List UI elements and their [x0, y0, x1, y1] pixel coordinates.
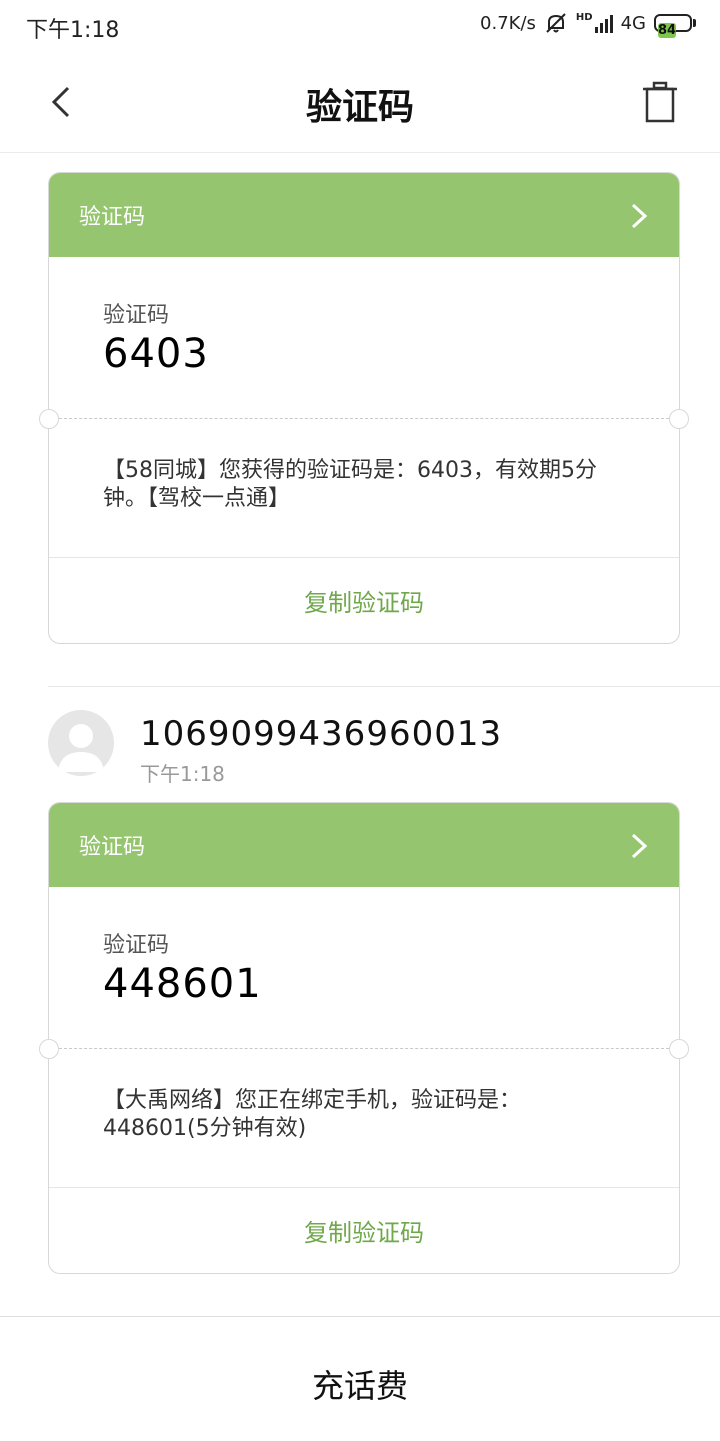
- trash-icon[interactable]: [640, 80, 680, 124]
- dashed-divider: [49, 418, 679, 419]
- status-icons: 0.7K/s HD 4G 84: [480, 12, 696, 38]
- status-time: 下午1:18: [26, 18, 120, 43]
- copy-code-button[interactable]: 复制验证码: [49, 583, 679, 618]
- verification-code: 6403: [103, 331, 209, 377]
- battery-icon: 84: [654, 14, 696, 38]
- ticket-notch: [669, 409, 689, 429]
- verification-code: 448601: [103, 961, 262, 1007]
- page-title: 验证码: [305, 87, 414, 128]
- code-card: 验证码 验证码 448601 【大禹网络】您正在绑定手机，验证码是：448601…: [39, 802, 689, 1274]
- divider: [49, 1187, 679, 1188]
- recharge-button[interactable]: 充话费: [0, 1361, 720, 1407]
- sender-time: 下午1:18: [140, 762, 225, 786]
- ticket-notch: [39, 409, 59, 429]
- bottom-bar: 充话费: [0, 1316, 720, 1441]
- card-header[interactable]: 验证码: [49, 803, 679, 887]
- message-text: 【58同城】您获得的验证码是：6403，有效期5分钟。【驾校一点通】: [103, 458, 597, 511]
- message-text: 【大禹网络】您正在绑定手机，验证码是：448601(5分钟有效): [103, 1088, 522, 1141]
- net-speed: 0.7K/s: [480, 12, 536, 34]
- dashed-divider: [49, 1048, 679, 1049]
- ticket-notch: [669, 1039, 689, 1059]
- battery-level: 84: [658, 23, 677, 38]
- mute-bell-icon: [546, 13, 566, 33]
- sender-number: 106909943696001​3: [140, 714, 503, 754]
- card-header[interactable]: 验证码: [49, 173, 679, 257]
- status-bar: 下午1:18 0.7K/s HD 4G 84: [0, 0, 720, 52]
- message-separator: [48, 686, 720, 687]
- code-label: 验证码: [103, 303, 170, 328]
- signal-icon: [594, 13, 613, 33]
- sender-row: 106909943696001​3 下午1:18: [48, 710, 668, 786]
- person-icon: [58, 724, 104, 772]
- chevron-right-icon: [631, 833, 648, 859]
- ticket-notch: [39, 1039, 59, 1059]
- hd-label: HD: [575, 12, 593, 23]
- avatar[interactable]: [48, 710, 114, 776]
- divider: [49, 557, 679, 558]
- network-type: 4G: [620, 12, 646, 34]
- card-title: 验证码: [79, 835, 146, 860]
- card-title: 验证码: [79, 205, 146, 230]
- copy-code-button[interactable]: 复制验证码: [49, 1213, 679, 1248]
- chevron-right-icon: [631, 203, 648, 229]
- code-card: 验证码 验证码 6403 【58同城】您获得的验证码是：6403，有效期5分钟。…: [39, 172, 689, 644]
- signal-group: HD: [576, 13, 613, 33]
- code-label: 验证码: [103, 933, 170, 958]
- header: 验证码: [0, 52, 720, 153]
